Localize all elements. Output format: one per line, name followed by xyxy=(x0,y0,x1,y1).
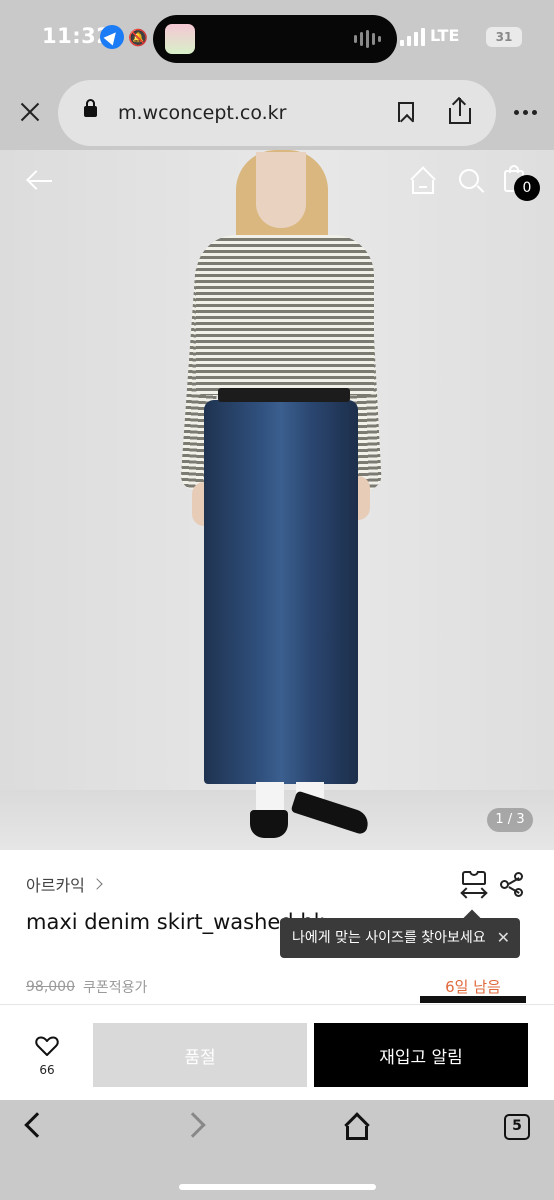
back-arrow-icon[interactable] xyxy=(26,168,52,194)
search-icon[interactable] xyxy=(458,168,486,196)
bookmark-icon[interactable] xyxy=(398,102,414,122)
share-nodes-icon[interactable] xyxy=(500,872,526,898)
product-image[interactable]: 0 1 / 3 xyxy=(0,150,554,850)
signal-icon xyxy=(400,28,425,46)
home-icon[interactable] xyxy=(344,1112,370,1140)
home-icon[interactable] xyxy=(410,166,436,194)
restock-alert-button[interactable]: 재입고 알림 xyxy=(314,1023,528,1087)
status-bar: 11:32 🔕 LTE 31 xyxy=(0,0,554,78)
home-indicator[interactable] xyxy=(179,1184,376,1190)
tooltip-close-icon[interactable]: ✕ xyxy=(497,918,510,958)
size-tooltip: 나에게 맞는 사이즈를 찾아보세요 ✕ xyxy=(280,918,520,958)
lock-icon xyxy=(84,99,97,117)
audio-wave-icon xyxy=(354,30,381,48)
tabs-button[interactable]: 5 xyxy=(504,1114,530,1140)
coupon-price-label: 쿠폰적용가 xyxy=(83,980,148,996)
image-page-indicator: 1 / 3 xyxy=(487,808,533,832)
app-icon xyxy=(165,24,195,54)
location-arrow-icon xyxy=(100,25,124,49)
more-icon[interactable] xyxy=(514,110,537,115)
back-icon[interactable] xyxy=(24,1112,50,1138)
like-button[interactable]: 66 xyxy=(20,1035,74,1085)
close-icon[interactable] xyxy=(18,100,42,124)
address-bar[interactable]: m.wconcept.co.kr xyxy=(58,80,496,146)
model-photo xyxy=(0,150,554,850)
dynamic-island[interactable] xyxy=(153,15,397,63)
price-row: 98,000 쿠폰적용가 xyxy=(26,977,147,997)
original-price: 98,000 xyxy=(26,979,75,995)
days-left-label: 6일 남음 xyxy=(445,978,501,996)
purchase-action-bar: 66 품절 재입고 알림 xyxy=(0,1004,554,1100)
url-text[interactable]: m.wconcept.co.kr xyxy=(118,102,286,124)
brand-name: 아르카익 xyxy=(26,876,85,895)
like-count: 66 xyxy=(39,1063,55,1077)
forward-icon[interactable] xyxy=(180,1112,206,1138)
days-left-bar xyxy=(420,996,526,1003)
share-icon[interactable] xyxy=(448,96,472,126)
browser-toolbar: 5 xyxy=(0,1100,554,1200)
brand-link[interactable]: 아르카익 xyxy=(26,872,103,896)
chevron-right-icon xyxy=(91,878,103,890)
soldout-button[interactable]: 품절 xyxy=(93,1023,307,1087)
battery-icon: 31 xyxy=(486,27,522,47)
silent-bell-icon: 🔕 xyxy=(128,28,148,47)
heart-icon xyxy=(35,1035,59,1057)
network-label: LTE xyxy=(430,26,460,45)
size-tooltip-text: 나에게 맞는 사이즈를 찾아보세요 xyxy=(292,930,486,946)
browser-url-area: m.wconcept.co.kr xyxy=(0,78,554,150)
cart-count-badge: 0 xyxy=(514,175,540,201)
size-guide-icon[interactable] xyxy=(460,871,488,899)
